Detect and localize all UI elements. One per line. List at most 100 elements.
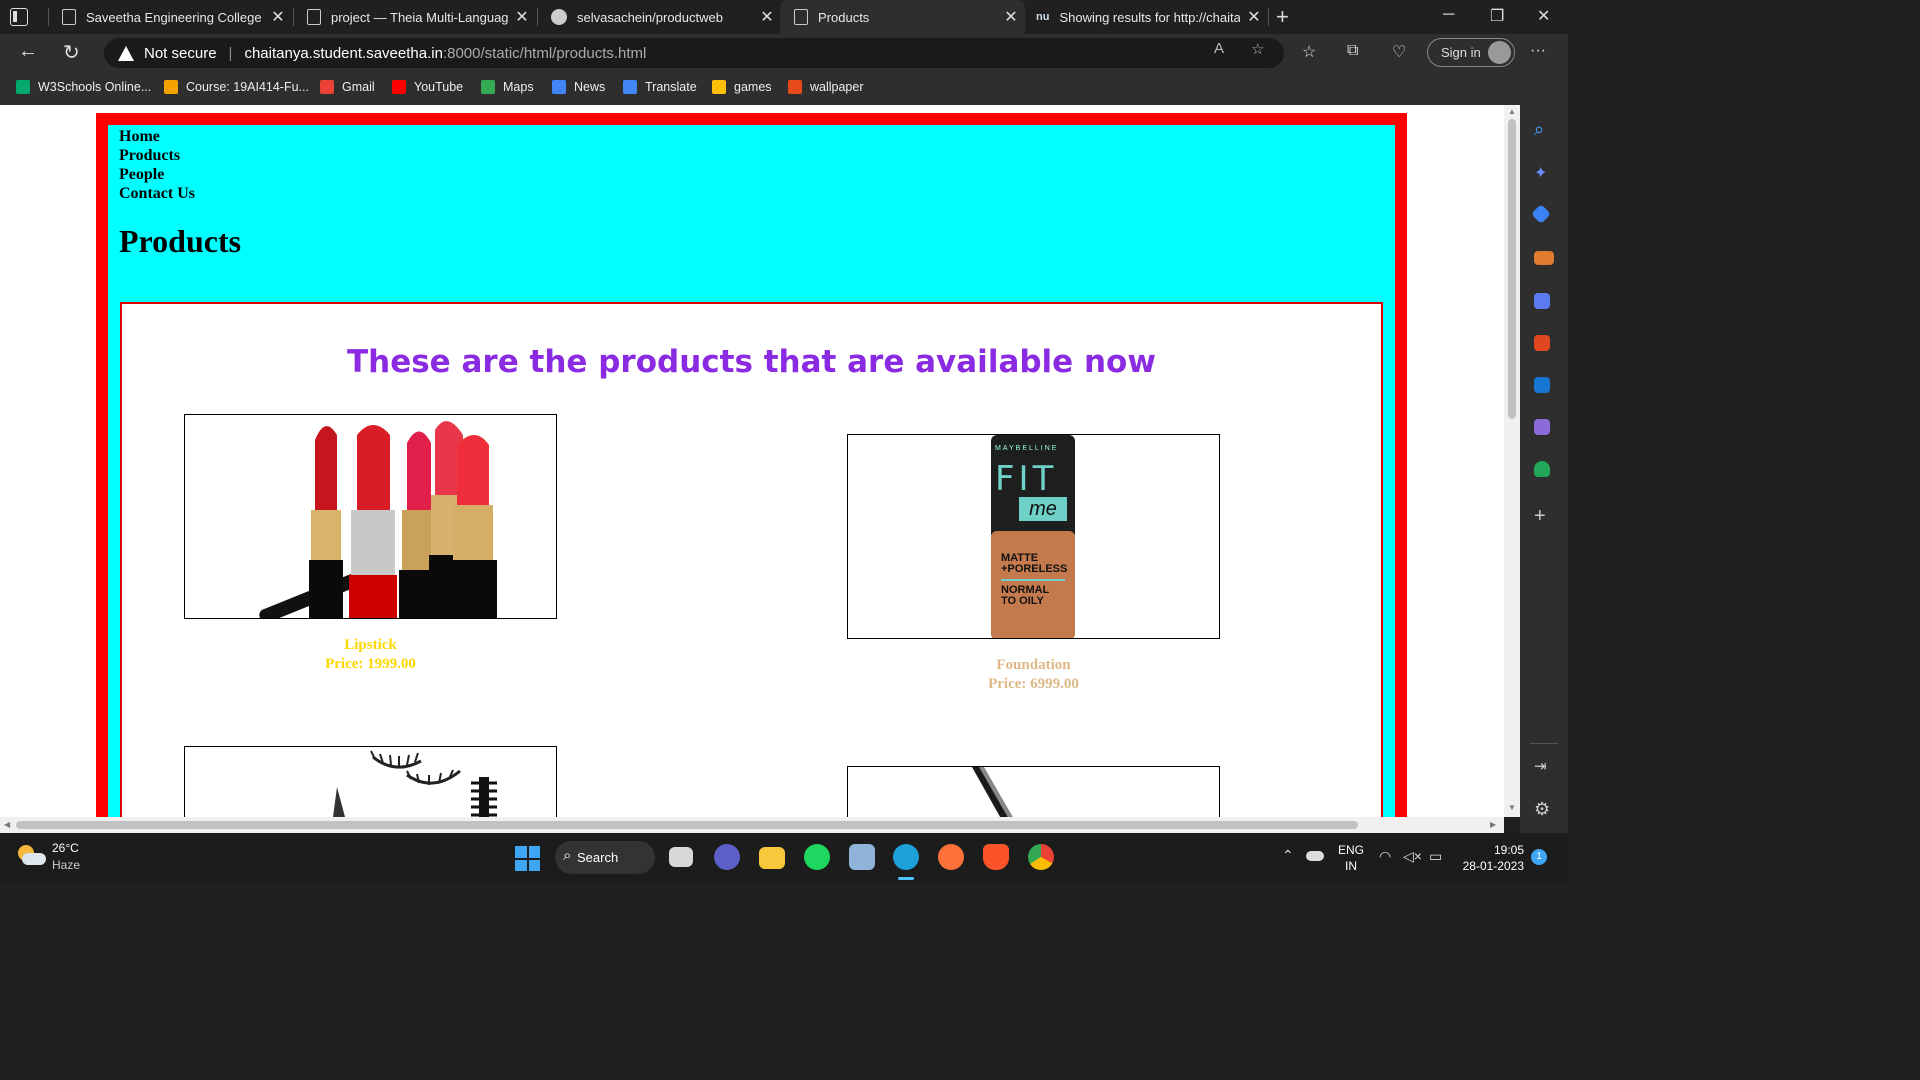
chrome-icon[interactable] bbox=[1028, 844, 1054, 870]
bookmark-youtube[interactable]: YouTube bbox=[392, 80, 463, 94]
address-toolbar: ← ↻ Not secure | chaitanya.student.savee… bbox=[0, 34, 1568, 72]
add-favorite-icon[interactable]: ☆ bbox=[1251, 40, 1264, 58]
scroll-left-icon[interactable]: ◀ bbox=[4, 820, 10, 829]
collections-icon[interactable]: ⧉ bbox=[1347, 42, 1358, 60]
browser-window: Saveetha Engineering College ✕ project —… bbox=[0, 0, 1568, 882]
search-icon[interactable]: ⌕ bbox=[1534, 119, 1554, 139]
show-hidden-icons[interactable]: ⌃ bbox=[1282, 847, 1294, 864]
read-aloud-icon[interactable]: A bbox=[1214, 40, 1224, 57]
file-explorer-icon[interactable] bbox=[759, 847, 785, 869]
address-bar[interactable]: Not secure | chaitanya.student.saveetha.… bbox=[104, 38, 1284, 68]
bookmark-wallpaper[interactable]: wallpaper bbox=[788, 80, 864, 94]
nav-link-contact-us[interactable]: Contact Us bbox=[119, 184, 195, 203]
bookmark-w3schools[interactable]: W3Schools Online... bbox=[16, 80, 151, 94]
language-indicator[interactable]: ENG IN bbox=[1338, 842, 1364, 874]
tab-saveetha[interactable]: Saveetha Engineering College ✕ bbox=[48, 0, 292, 34]
foundation-image[interactable]: MAYBELLINE FIT me MATTE +PORELESS NORMAL… bbox=[847, 434, 1220, 639]
close-icon[interactable]: ✕ bbox=[753, 7, 781, 27]
more-options-icon[interactable]: ··· bbox=[1530, 42, 1546, 60]
refresh-icon[interactable]: ↻ bbox=[63, 40, 80, 65]
notification-badge[interactable]: 1 bbox=[1531, 849, 1547, 865]
page-icon bbox=[307, 9, 321, 25]
close-icon[interactable]: ✕ bbox=[1240, 7, 1268, 27]
bookmark-news[interactable]: News bbox=[552, 80, 605, 94]
brand-label: MAYBELLINE bbox=[995, 445, 1059, 452]
window-close-icon[interactable]: ✕ bbox=[1537, 6, 1550, 26]
onedrive-icon[interactable] bbox=[1306, 851, 1324, 861]
weather-icon[interactable] bbox=[18, 845, 46, 867]
battery-icon[interactable]: ▭ bbox=[1429, 848, 1442, 865]
page-icon bbox=[62, 9, 76, 25]
tab-nu-validator[interactable]: nu Showing results for http://chaitar ✕ bbox=[1026, 0, 1268, 34]
bookmark-label: News bbox=[574, 80, 606, 94]
copilot-icon[interactable]: ✦ bbox=[1534, 163, 1554, 183]
settings-icon[interactable]: ⚙ bbox=[1534, 799, 1554, 819]
search-icon: ⌕ bbox=[563, 847, 572, 864]
hide-sidebar-icon[interactable]: ⇥ bbox=[1534, 757, 1554, 777]
horizontal-scroll-thumb[interactable] bbox=[16, 821, 1358, 829]
spotify-icon[interactable] bbox=[804, 844, 830, 870]
clock[interactable]: 19:05 28-01-2023 bbox=[1460, 842, 1524, 874]
back-icon[interactable]: ← bbox=[18, 40, 38, 63]
windows-start-icon[interactable] bbox=[515, 846, 540, 871]
lipstick-image[interactable] bbox=[184, 414, 557, 619]
tree-icon[interactable] bbox=[1534, 461, 1550, 477]
url-host: chaitanya.student.saveetha.in bbox=[244, 44, 443, 62]
bookmark-maps[interactable]: Maps bbox=[481, 80, 534, 94]
scroll-up-icon[interactable]: ▲ bbox=[1508, 107, 1516, 116]
outlook-icon[interactable] bbox=[1534, 377, 1550, 393]
vertical-scroll-thumb[interactable] bbox=[1508, 119, 1516, 419]
bookmark-label: wallpaper bbox=[810, 80, 864, 94]
wallpaper-icon bbox=[788, 80, 802, 94]
tab-products[interactable]: Products ✕ bbox=[780, 0, 1025, 34]
minimize-icon[interactable]: ─ bbox=[1443, 6, 1454, 24]
browser-essentials-icon[interactable]: ♡ bbox=[1392, 42, 1406, 62]
taskbar-search[interactable]: ⌕ Search bbox=[555, 841, 655, 874]
bookmark-translate[interactable]: Translate bbox=[623, 80, 697, 94]
nav-link-home[interactable]: Home bbox=[119, 127, 195, 146]
bookmark-gmail[interactable]: Gmail bbox=[320, 80, 375, 94]
tab-github[interactable]: selvasachein/productweb ✕ bbox=[537, 0, 781, 34]
nav-link-products[interactable]: Products bbox=[119, 146, 195, 165]
new-tab-button[interactable]: + bbox=[1276, 4, 1289, 30]
page-title: Products bbox=[119, 223, 242, 259]
scroll-down-icon[interactable]: ▼ bbox=[1508, 803, 1516, 812]
mascara-image[interactable] bbox=[184, 746, 557, 817]
fit-label: FIT bbox=[995, 459, 1058, 499]
horizontal-scrollbar[interactable]: ◀ ▶ bbox=[0, 817, 1504, 833]
security-label[interactable]: Not secure bbox=[144, 45, 217, 62]
task-view-icon[interactable] bbox=[669, 847, 693, 867]
vertical-scrollbar[interactable]: ▲ ▼ bbox=[1504, 105, 1520, 817]
tab-theia[interactable]: project — Theia Multi-Language ✕ bbox=[293, 0, 536, 34]
close-icon[interactable]: ✕ bbox=[997, 7, 1025, 27]
games-icon[interactable] bbox=[1534, 293, 1550, 309]
brush-image[interactable] bbox=[847, 766, 1220, 817]
foundation-bottle: MAYBELLINE FIT me MATTE +PORELESS NORMAL… bbox=[991, 435, 1075, 638]
close-icon[interactable]: ✕ bbox=[508, 7, 536, 27]
add-icon[interactable]: + bbox=[1534, 505, 1554, 527]
restore-icon[interactable]: ❐ bbox=[1490, 6, 1504, 26]
close-icon[interactable]: ✕ bbox=[264, 7, 292, 27]
bookmark-games[interactable]: games bbox=[712, 80, 772, 94]
wifi-icon[interactable]: ◠ bbox=[1379, 848, 1391, 865]
nav-link-people[interactable]: People bbox=[119, 165, 195, 184]
bookmark-label: Gmail bbox=[342, 80, 375, 94]
photos-icon[interactable] bbox=[849, 844, 875, 870]
teams-chat-icon[interactable] bbox=[714, 844, 740, 870]
edge-icon[interactable] bbox=[893, 844, 919, 870]
sign-in-button[interactable]: Sign in bbox=[1427, 38, 1515, 67]
gmail-icon bbox=[320, 80, 334, 94]
volume-muted-icon[interactable]: ◁× bbox=[1403, 848, 1422, 865]
shopping-icon[interactable] bbox=[1531, 204, 1551, 224]
brave-icon[interactable] bbox=[983, 844, 1009, 870]
bookmark-course[interactable]: Course: 19AI414-Fu... bbox=[164, 80, 309, 94]
firefox-icon[interactable] bbox=[938, 844, 964, 870]
tab-actions-menu-icon[interactable] bbox=[10, 8, 28, 26]
scroll-right-icon[interactable]: ▶ bbox=[1490, 820, 1496, 829]
favorites-icon[interactable]: ☆ bbox=[1302, 42, 1316, 62]
tools-icon[interactable] bbox=[1534, 251, 1554, 265]
drop-icon[interactable] bbox=[1534, 419, 1550, 435]
office-icon[interactable] bbox=[1534, 335, 1550, 351]
date-label: 28-01-2023 bbox=[1462, 859, 1524, 873]
bookmark-label: Course: 19AI414-Fu... bbox=[186, 80, 309, 94]
